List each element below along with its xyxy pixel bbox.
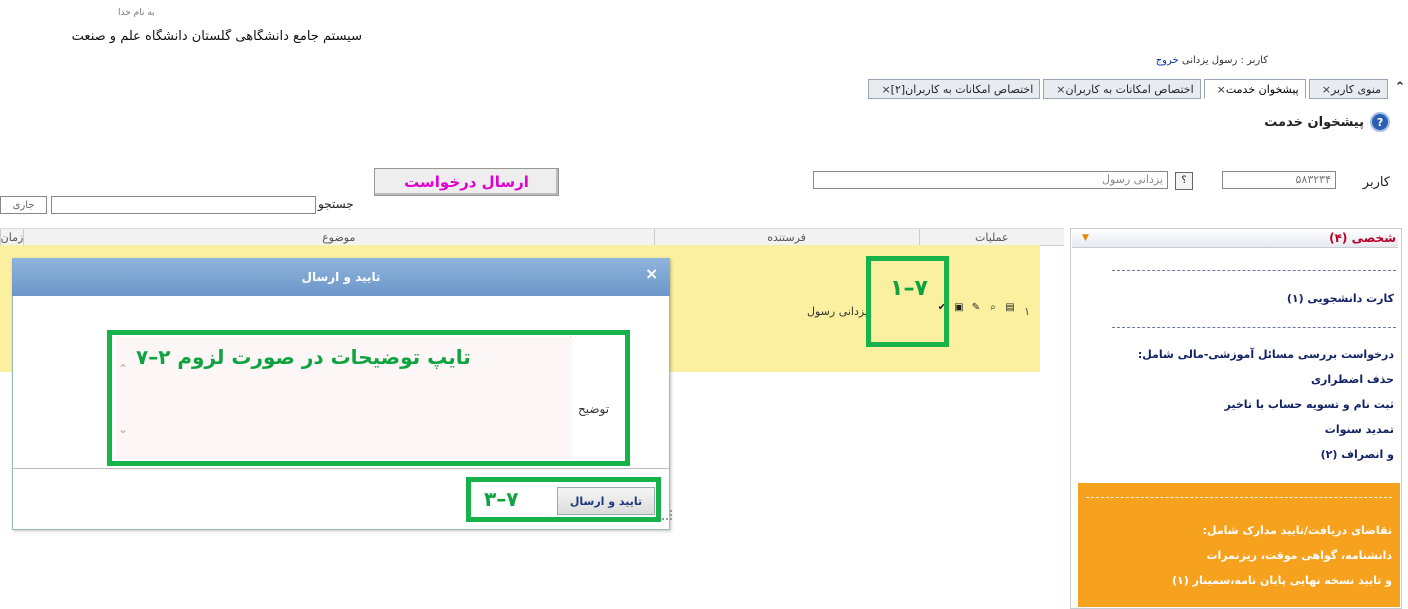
logout-link[interactable]: خروج: [1156, 55, 1179, 66]
tab-service-desk[interactable]: پیشخوان خدمت ×: [1203, 79, 1306, 99]
tab-label: اختصاص امکانات به کاربران: [1065, 82, 1194, 96]
help-icon[interactable]: ?: [1370, 112, 1390, 132]
divider: [1086, 497, 1392, 498]
row-index: ۱: [1024, 305, 1030, 318]
grid-header: عملیات فرستنده موضوع زمان: [0, 228, 1064, 246]
chevron-down-icon[interactable]: ▼: [1072, 233, 1089, 243]
divider: [1112, 327, 1396, 328]
sidebar-item-thesis-final[interactable]: و تایید نسخه نهایی پایان نامه،سمینار (۱): [1172, 574, 1392, 587]
annotation-box-step-1: [866, 256, 949, 347]
divider: [12, 468, 670, 469]
close-icon[interactable]: ×: [645, 264, 658, 283]
tab-assign-features[interactable]: اختصاص امکانات به کاربران ×: [1043, 79, 1201, 99]
user-code-field[interactable]: ۵۸۳۲۳۴: [1222, 171, 1336, 189]
chevron-up-icon[interactable]: ⌃: [1392, 80, 1408, 96]
edit-icon[interactable]: ✎: [970, 302, 982, 314]
sidebar-item-emergency-drop[interactable]: حذف اضطراری: [1311, 373, 1394, 386]
close-icon[interactable]: ×: [1322, 83, 1331, 96]
send-request-button[interactable]: ارسال درخواست: [374, 168, 559, 196]
lookup-button[interactable]: ؟: [1175, 172, 1193, 190]
sidebar-item-late-registration[interactable]: ثبت نام و تسویه حساب با تاخیر: [1224, 398, 1394, 411]
tab-bar: منوی کاربر × پیشخوان خدمت × اختصاص امکان…: [868, 77, 1388, 99]
tab-user-menu[interactable]: منوی کاربر ×: [1308, 79, 1388, 99]
tab-label: پیشخوان خدمت: [1225, 82, 1299, 96]
sidebar-item-extension[interactable]: تمدید سنوات: [1325, 423, 1394, 436]
dialog-title: تایید و ارسال: [301, 270, 381, 284]
annotation-label-step-1: ۷–۱: [890, 276, 928, 301]
annotation-label-step-2: تایپ توضیحات در صورت لزوم ۲–۷: [136, 345, 471, 369]
search-label: جستجو: [318, 197, 354, 211]
status-select[interactable]: جاری: [0, 196, 47, 214]
current-user-text: کاربر : رسول یزدانی: [1181, 55, 1268, 66]
sidebar-title: شخصی (۴): [1329, 231, 1396, 245]
tab-label: منوی کاربر: [1330, 82, 1381, 96]
sidebar-header[interactable]: شخصی (۴) ▼: [1072, 229, 1398, 248]
page-title-text: پیشخوان خدمت: [1264, 114, 1364, 130]
search-input[interactable]: [51, 196, 316, 214]
search-icon[interactable]: ⌕: [987, 302, 999, 314]
tab-assign-features-2[interactable]: اختصاص امکانات به کاربران[۲] ×: [868, 79, 1041, 99]
user-label: کاربر: [1362, 175, 1390, 190]
bismillah-text: به نام خدا: [118, 8, 155, 18]
close-icon[interactable]: ×: [1217, 83, 1226, 96]
user-name-field[interactable]: یزدانی رسول: [813, 171, 1168, 189]
col-header-operations[interactable]: عملیات: [918, 229, 1064, 245]
form-icon[interactable]: ▤: [1004, 302, 1016, 314]
col-header-sender[interactable]: فرستنده: [653, 229, 919, 245]
close-icon[interactable]: ×: [1056, 83, 1065, 96]
tab-label: اختصاص امکانات به کاربران[۲]: [890, 82, 1034, 96]
page-title: ? پیشخوان خدمت: [1264, 112, 1390, 132]
divider: [1112, 270, 1396, 271]
row-sender: یزدانی رسول: [807, 305, 869, 318]
col-header-time[interactable]: زمان: [0, 229, 23, 245]
highlighted-section: [1078, 483, 1400, 607]
user-info: کاربر : رسول یزدانی خروج: [1156, 55, 1268, 66]
sidebar-item-educational-request[interactable]: درخواست بررسی مسائل آموزشی-مالی شامل:: [1138, 348, 1394, 361]
sidebar-item-student-card[interactable]: کارت دانشجویی (۱): [1287, 292, 1394, 305]
sidebar-item-withdrawal[interactable]: و انصراف (۲): [1321, 448, 1394, 461]
view-icon[interactable]: ▣: [953, 302, 965, 314]
system-title: سیستم جامع دانشگاهی گلستان دانشگاه علم و…: [71, 29, 362, 44]
col-header-subject[interactable]: موضوع: [23, 229, 654, 245]
resize-grip-icon[interactable]: [662, 510, 672, 520]
close-icon[interactable]: ×: [881, 83, 890, 96]
sidebar-item-documents-request[interactable]: تقاضای دریافت/تایید مدارک شامل:: [1203, 524, 1392, 537]
sidebar-item-certificates[interactable]: دانشنامه، گواهی موقت، ریزنمرات: [1206, 549, 1392, 562]
annotation-label-step-3: ۷–۳: [484, 487, 519, 511]
